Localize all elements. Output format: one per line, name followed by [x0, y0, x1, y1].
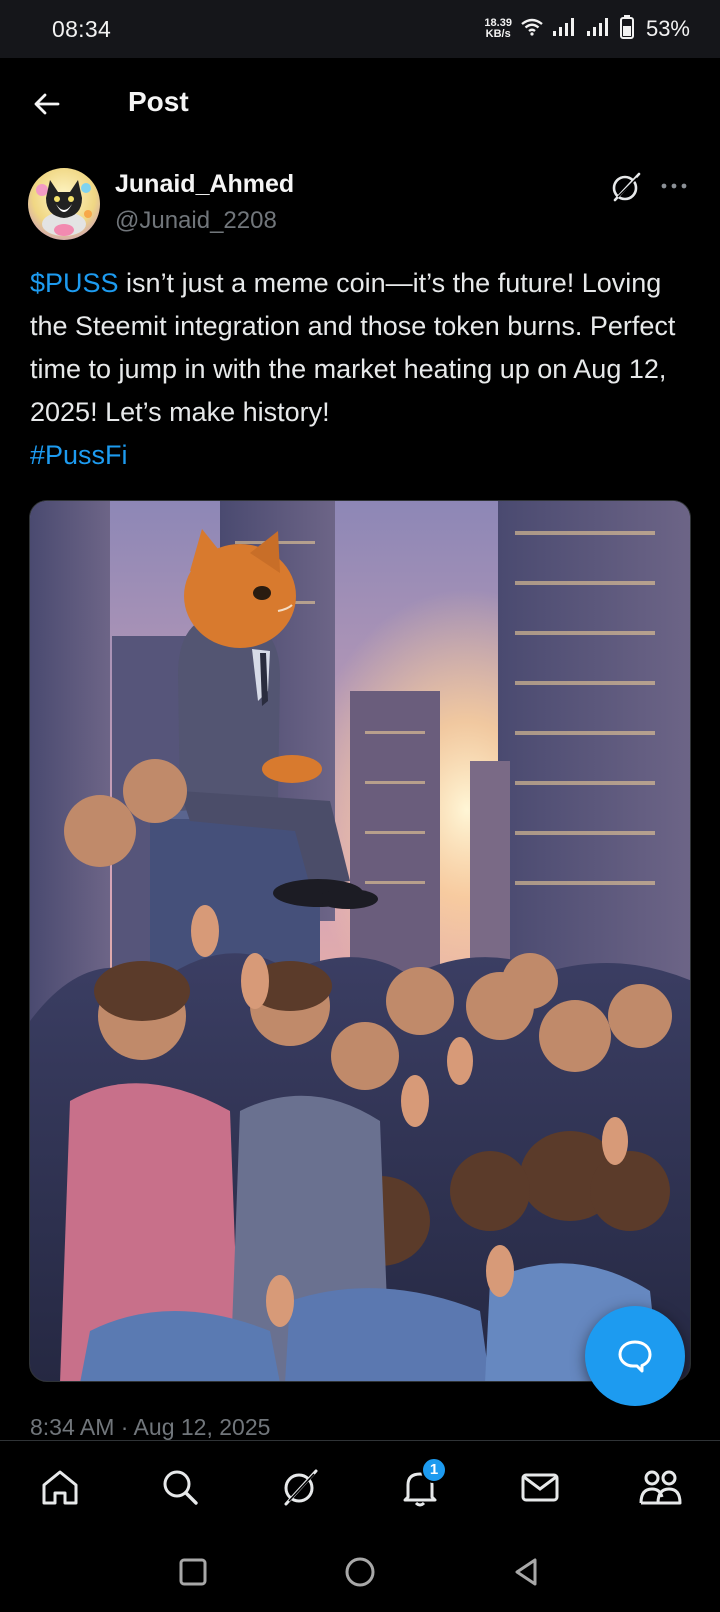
- post-image[interactable]: [29, 500, 691, 1382]
- more-dots-icon: [661, 183, 687, 189]
- cat-in-suit-city-sunset-image: [30, 501, 690, 1381]
- reply-fab-button[interactable]: [585, 1306, 685, 1406]
- back-button[interactable]: [28, 86, 64, 122]
- network-speed-unit: KB/s: [485, 28, 511, 40]
- nav-search[interactable]: [150, 1457, 210, 1517]
- communities-icon: [639, 1470, 682, 1504]
- more-options-button[interactable]: [658, 172, 690, 200]
- nav-home[interactable]: [30, 1457, 90, 1517]
- nav-grok[interactable]: [270, 1457, 330, 1517]
- circle-home-icon: [345, 1557, 375, 1587]
- battery-icon: [619, 14, 634, 44]
- signal-icon: [552, 17, 578, 42]
- cat-avatar-icon: [36, 180, 92, 236]
- page-title: Post: [128, 86, 189, 117]
- reply-bubble-icon: [618, 1340, 652, 1373]
- status-time: 08:34: [52, 15, 112, 42]
- system-navigation: [0, 1532, 720, 1612]
- grok-button[interactable]: [609, 170, 643, 204]
- post-text: $PUSS isn’t just a meme coin—it’s the fu…: [30, 262, 690, 477]
- network-speed: 18.39 KB/s: [484, 18, 512, 40]
- notification-badge: 1: [421, 1456, 447, 1483]
- grok-icon: [284, 1469, 318, 1505]
- cashtag-link[interactable]: $PUSS: [30, 268, 119, 298]
- home-system-button[interactable]: [338, 1550, 382, 1594]
- search-icon: [163, 1470, 198, 1505]
- messages-icon: [521, 1473, 559, 1501]
- status-bar: 08:34 18.39 KB/s 53%: [0, 0, 720, 58]
- post-body: isn’t just a meme coin—it’s the future! …: [30, 268, 676, 427]
- post-timestamp: 8:34 AM · Aug 12, 2025: [30, 1414, 271, 1440]
- nav-messages[interactable]: [510, 1457, 570, 1517]
- nav-notifications[interactable]: 1: [390, 1456, 450, 1517]
- wifi-icon: [520, 17, 544, 42]
- status-indicators: 18.39 KB/s 53%: [484, 14, 690, 44]
- signal-icon-2: [586, 17, 612, 42]
- triangle-back-icon: [515, 1558, 537, 1586]
- recents-button[interactable]: [171, 1550, 215, 1594]
- square-recents-icon: [179, 1558, 207, 1586]
- hashtag-link[interactable]: #PussFi: [30, 440, 128, 470]
- post-header: Post: [0, 58, 720, 148]
- grok-icon: [612, 172, 641, 202]
- author-handle[interactable]: @Junaid_2208: [115, 207, 277, 235]
- nav-communities[interactable]: [630, 1457, 690, 1517]
- avatar[interactable]: [28, 168, 100, 240]
- back-arrow-icon: [34, 93, 60, 115]
- bottom-navigation: 1: [0, 1440, 720, 1532]
- author-name[interactable]: Junaid_Ahmed: [115, 170, 294, 199]
- battery-percent: 53%: [645, 16, 690, 41]
- back-system-button[interactable]: [505, 1550, 549, 1594]
- home-icon: [42, 1470, 78, 1504]
